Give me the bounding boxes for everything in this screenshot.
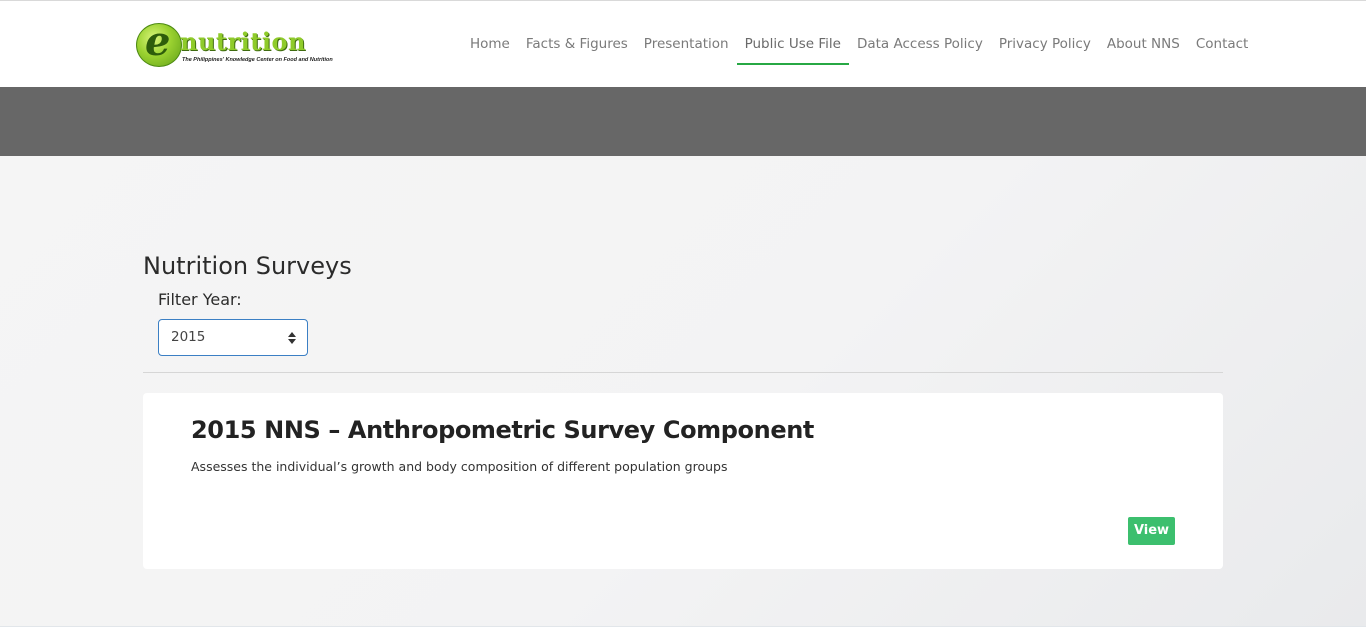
enutrition-logo[interactable]: e nutrition The Philippines' Knowledge C… (136, 18, 333, 68)
survey-card: 2015 NNS – Anthropometric Survey Compone… (143, 393, 1223, 569)
nav-public-use-file[interactable]: Public Use File (736, 1, 850, 87)
site-header: e nutrition The Philippines' Knowledge C… (0, 1, 1366, 87)
page-title: Nutrition Surveys (143, 252, 352, 280)
main-content: Nutrition Surveys Filter Year: 2015 2015… (0, 156, 1366, 627)
view-button[interactable]: View (1128, 517, 1175, 545)
nav-home[interactable]: Home (462, 1, 518, 87)
survey-title: 2015 NNS – Anthropometric Survey Compone… (191, 416, 814, 444)
page-banner (0, 87, 1366, 156)
nav-contact[interactable]: Contact (1188, 1, 1257, 87)
year-select-value: 2015 (171, 329, 206, 345)
select-caret-icon (288, 331, 296, 345)
logo-tagline: The Philippines' Knowledge Center on Foo… (182, 57, 333, 63)
logo-letter: e (145, 18, 171, 65)
nav-facts-figures[interactable]: Facts & Figures (518, 1, 636, 87)
main-nav: Home Facts & Figures Presentation Public… (462, 1, 1256, 87)
nav-privacy-policy[interactable]: Privacy Policy (991, 1, 1099, 87)
filter-year-label: Filter Year: (158, 290, 242, 309)
nav-about-nns[interactable]: About NNS (1099, 1, 1188, 87)
year-select[interactable]: 2015 (158, 319, 308, 356)
survey-description: Assesses the individual’s growth and bod… (191, 459, 728, 474)
nav-data-access-policy[interactable]: Data Access Policy (849, 1, 991, 87)
divider (143, 372, 1223, 373)
nav-presentation[interactable]: Presentation (636, 1, 737, 87)
logo-wordmark: nutrition (180, 27, 306, 56)
